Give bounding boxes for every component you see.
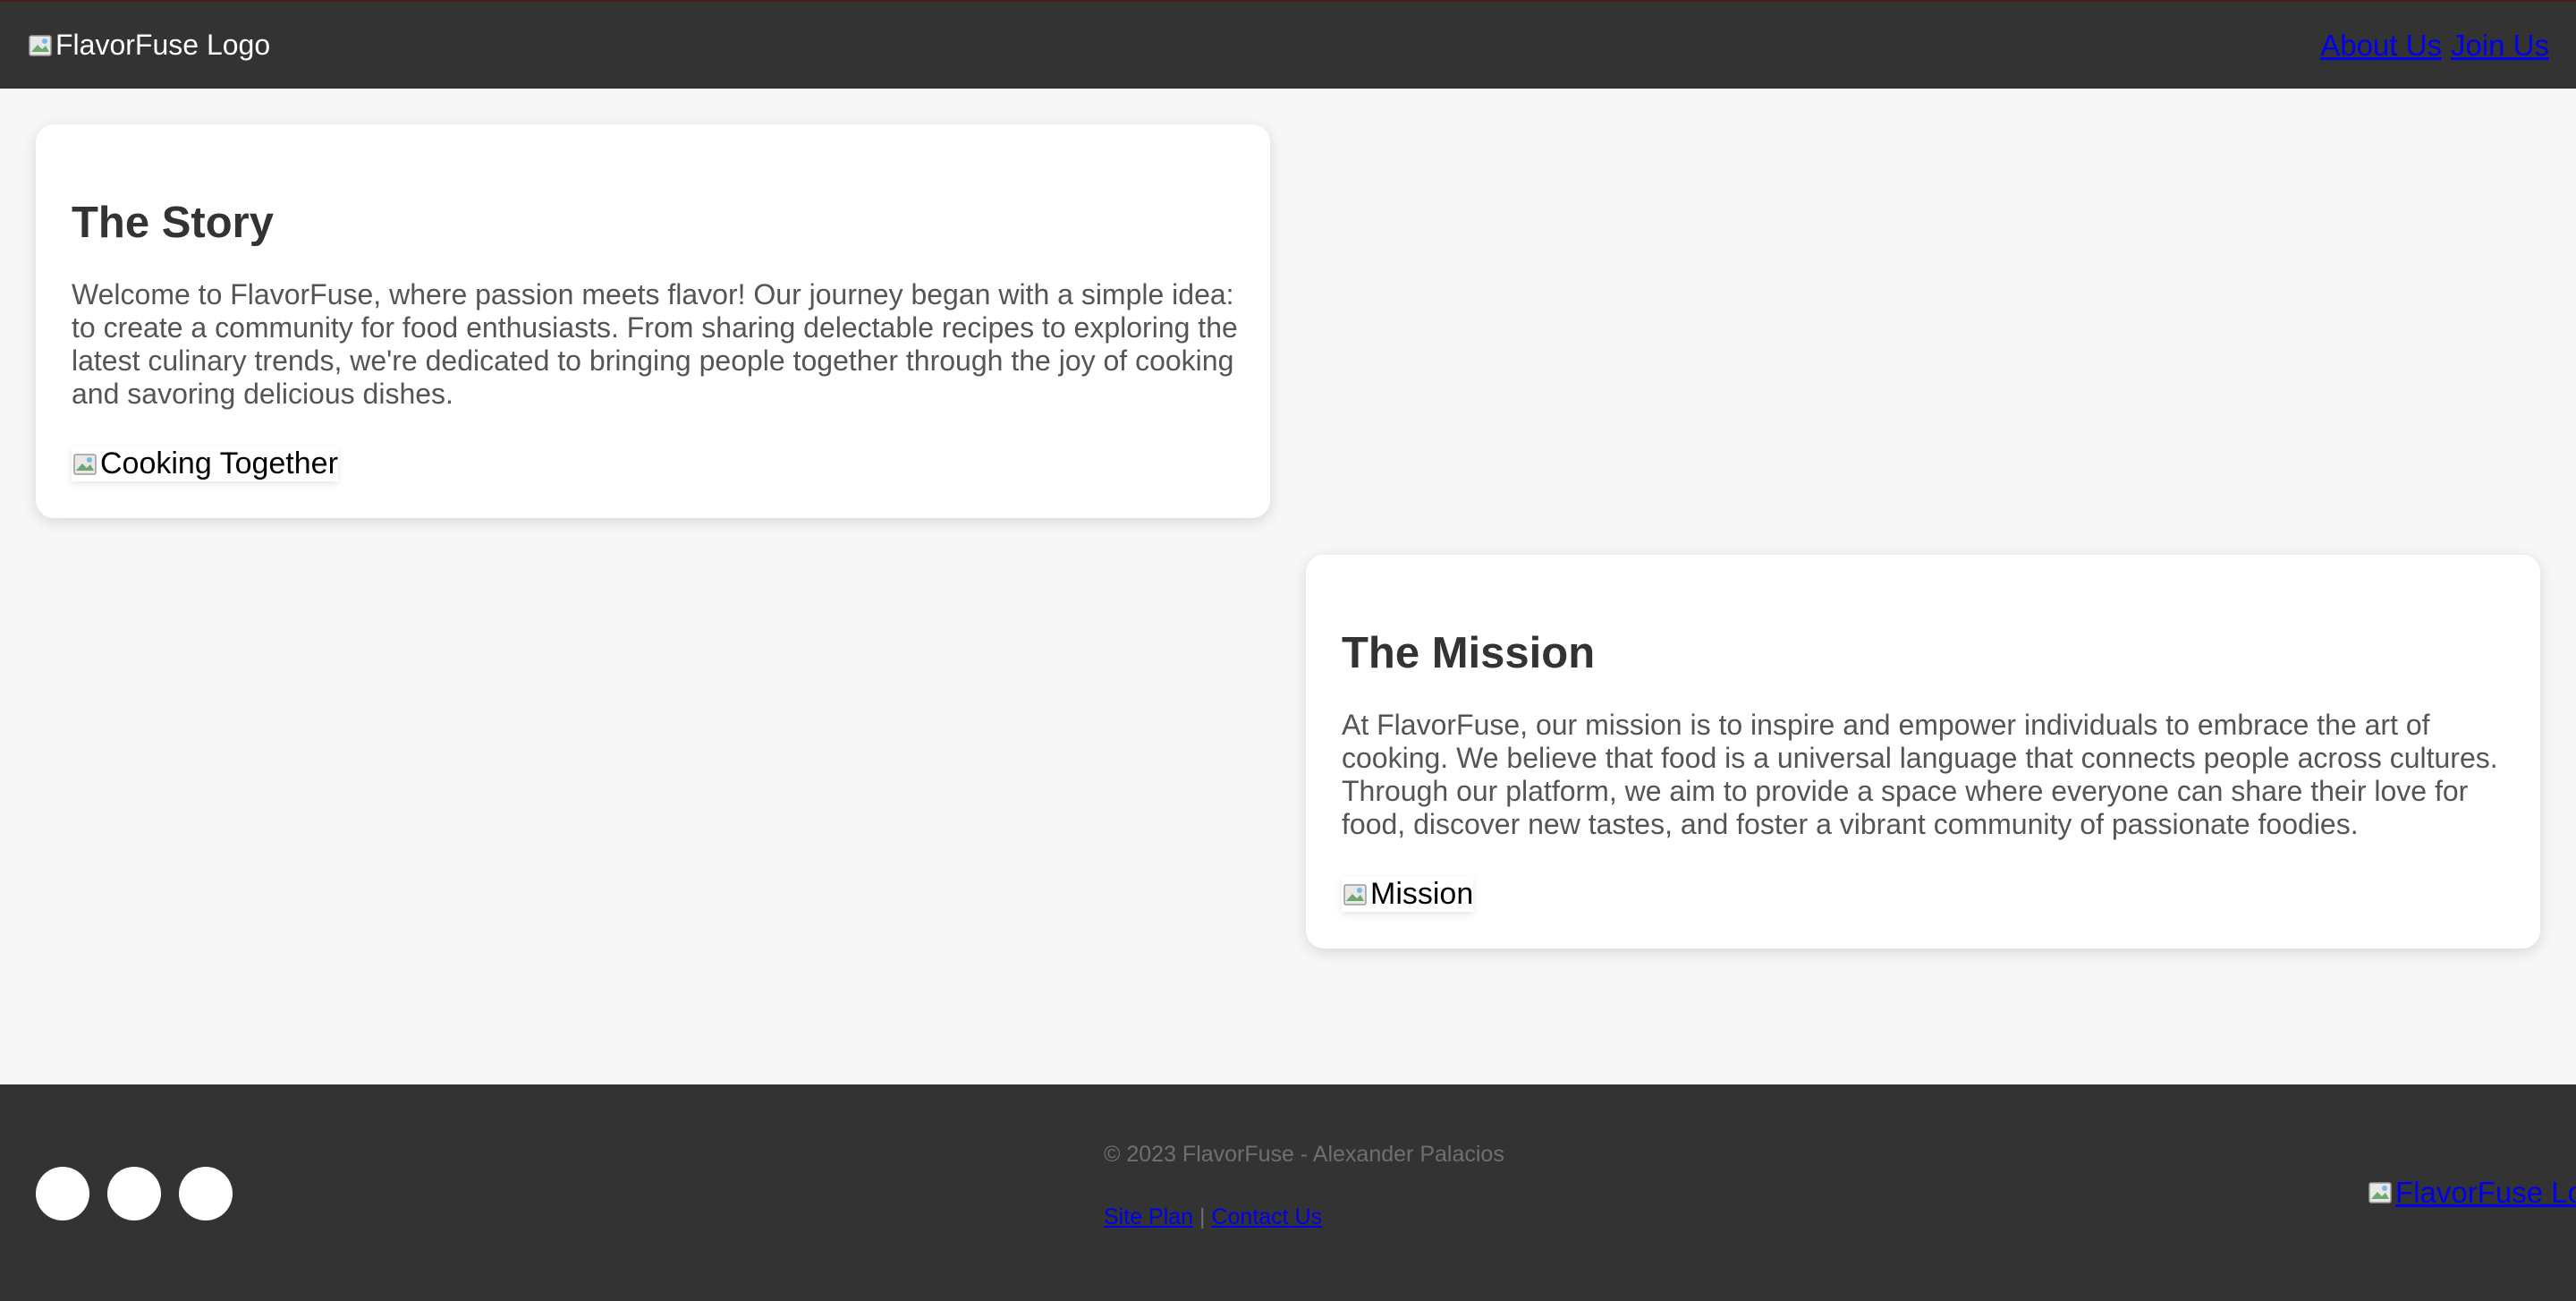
footer-logo-alt-text[interactable]: FlavorFuse Lo [2395,1176,2576,1210]
social-icon[interactable] [36,1167,89,1220]
mission-image-alt-text: Mission [1370,877,1474,911]
broken-image-icon [72,451,98,478]
story-title: The Story [72,199,274,247]
footer-link-separator: | [1199,1204,1206,1229]
mission-title: The Mission [1342,629,1596,677]
footer-link-contact-us[interactable]: Contact Us [1211,1204,1322,1229]
mission-image: Mission [1342,877,1473,912]
site-footer: © 2023 FlavorFuse - Alexander Palacios S… [0,1084,2576,1301]
nav-link-about-us[interactable]: About Us [2320,29,2442,63]
site-header: FlavorFuse Logo About Us Join Us [0,0,2576,89]
story-image-alt-text: Cooking Together [100,446,338,480]
broken-image-icon [1342,881,1368,908]
mission-text: At FlavorFuse, our mission is to inspire… [1342,709,2498,840]
header-logo-alt-text: FlavorFuse Logo [55,29,271,61]
broken-image-icon [27,32,54,59]
footer-logo[interactable]: FlavorFuse Lo [2367,1176,2576,1210]
social-icon[interactable] [179,1167,233,1220]
copyright-text: © 2023 FlavorFuse - Alexander Palacios [1104,1142,1504,1167]
social-links [36,1167,233,1220]
story-card: The Story Welcome to FlavorFuse, where p… [36,124,1270,518]
footer-link-site-plan[interactable]: Site Plan [1104,1204,1193,1229]
story-text: Welcome to FlavorFuse, where passion mee… [72,278,1238,410]
header-logo[interactable]: FlavorFuse Logo [27,29,270,62]
story-image: Cooking Together [72,446,338,481]
main-nav: About Us Join Us [2320,29,2549,63]
mission-card: The Mission At FlavorFuse, our mission i… [1306,555,2540,948]
footer-links: Site Plan | Contact Us [1104,1204,1322,1230]
social-icon[interactable] [107,1167,161,1220]
nav-link-join-us[interactable]: Join Us [2451,29,2549,63]
broken-image-icon [2367,1179,2394,1206]
